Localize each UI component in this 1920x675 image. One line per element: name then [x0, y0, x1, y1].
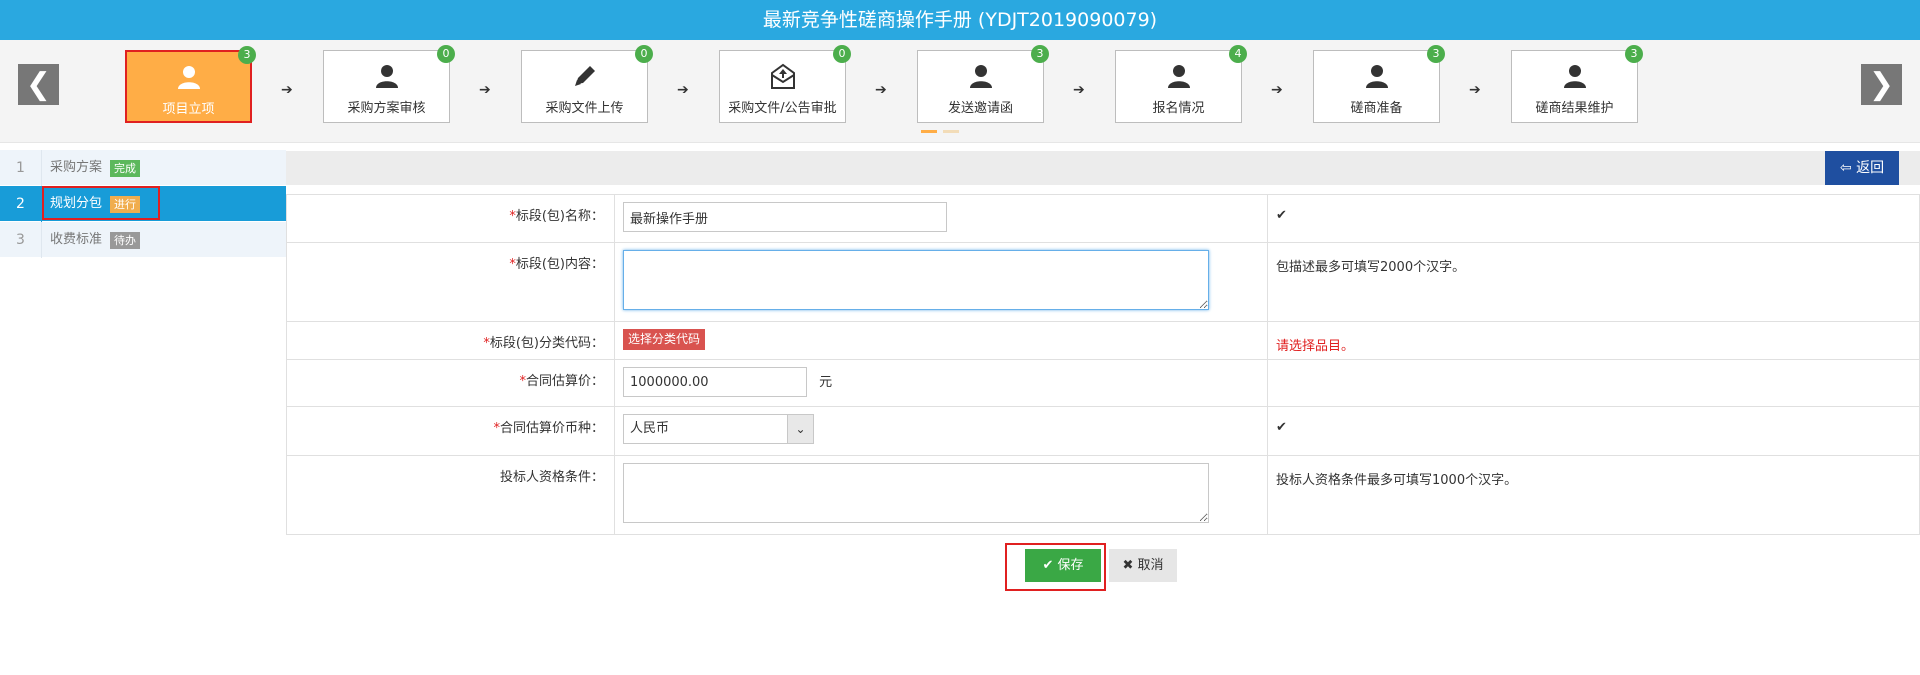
- status-badge: 进行: [110, 196, 140, 213]
- back-button[interactable]: ⇦ 返回: [1825, 151, 1899, 185]
- field-label: 投标人资格条件：: [286, 455, 615, 535]
- category-code-label: 标段(包)分类代码：: [489, 336, 604, 351]
- estimated-price-input[interactable]: [623, 367, 807, 397]
- cancel-button-label: 取消: [1137, 558, 1164, 573]
- pager-dot-active[interactable]: [921, 130, 937, 133]
- user-icon: [177, 66, 200, 89]
- user-icon: [969, 65, 992, 88]
- step-label: 报名情况: [1152, 101, 1205, 116]
- step-label: 项目立项: [162, 102, 215, 117]
- step-count-badge: 3: [238, 46, 256, 64]
- step-label: 采购方案审核: [347, 101, 426, 116]
- currency-select-value: 人民币: [630, 421, 670, 436]
- qualification-textarea[interactable]: [623, 463, 1209, 523]
- sidebar-item-package-planning[interactable]: 2 规划分包 进行: [0, 186, 286, 222]
- package-name-input[interactable]: [623, 202, 947, 232]
- package-content-textarea[interactable]: [623, 250, 1209, 310]
- step-file-approval[interactable]: 采购文件/公告审批 0: [719, 45, 851, 123]
- sidebar-item-number: 2: [0, 186, 42, 222]
- back-button-label: 返回: [1856, 160, 1885, 176]
- arrow-right-icon: ➔: [875, 82, 887, 98]
- step-count-badge: 0: [635, 45, 653, 63]
- save-button[interactable]: ✔ 保存: [1025, 549, 1101, 582]
- field-label: *标段(包)名称：: [286, 194, 615, 243]
- arrow-right-icon: ➔: [1271, 82, 1283, 98]
- circle-arrow-left-icon: ⇦: [1839, 160, 1852, 176]
- step-label: 采购文件上传: [545, 101, 624, 116]
- step-file-upload[interactable]: 采购文件上传 0: [521, 45, 653, 123]
- step-count-badge: 0: [437, 45, 455, 63]
- content-header: [286, 151, 1920, 185]
- sidebar: 1 采购方案 完成 2 规划分包 进行 3 收费标准 待办: [0, 150, 286, 258]
- arrow-right-icon: ➔: [1469, 82, 1481, 98]
- status-badge: 待办: [110, 232, 140, 249]
- pencil-icon: [574, 66, 595, 86]
- user-icon: [1167, 65, 1190, 88]
- step-registration[interactable]: 报名情况 4: [1115, 45, 1247, 123]
- status-badge: 完成: [110, 160, 140, 177]
- field-hint: ✔: [1267, 406, 1920, 456]
- sidebar-item-number: 1: [0, 150, 42, 186]
- save-button-label: 保存: [1057, 558, 1084, 573]
- check-icon: ✔: [1276, 420, 1287, 435]
- arrow-right-icon: ➔: [1073, 82, 1085, 98]
- package-form: *标段(包)名称： ✔ *标段(包)内容： 包描述最多可填写2000个汉字。 *…: [286, 194, 1920, 535]
- sidebar-item-label: 收费标准: [50, 232, 103, 247]
- field-label: *合同估算价币种：: [286, 406, 615, 456]
- currency-unit: 元: [819, 374, 833, 390]
- field-label: *标段(包)内容：: [286, 242, 615, 322]
- step-label: 发送邀请函: [947, 101, 1013, 116]
- step-send-invitation[interactable]: 发送邀请函 3: [917, 45, 1049, 123]
- currency-select[interactable]: 人民币 ⌄: [623, 414, 814, 444]
- step-negotiation-prep[interactable]: 磋商准备 3: [1313, 45, 1445, 123]
- step-count-badge: 3: [1031, 45, 1049, 63]
- step-label: 磋商结果维护: [1535, 101, 1614, 116]
- sidebar-item-number: 3: [0, 222, 42, 258]
- next-steps-button[interactable]: ❯: [1861, 64, 1902, 105]
- sidebar-item-fee-standard[interactable]: 3 收费标准 待办: [0, 222, 286, 258]
- arrow-right-icon: ➔: [479, 82, 491, 98]
- sidebar-item-purchase-plan[interactable]: 1 采购方案 完成: [0, 150, 286, 186]
- qualification-label: 投标人资格条件：: [499, 470, 604, 485]
- chevron-down-icon[interactable]: ⌄: [787, 415, 813, 443]
- check-icon: ✔: [1276, 208, 1287, 223]
- step-count-badge: 4: [1229, 45, 1247, 63]
- package-name-label: 标段(包)名称：: [515, 209, 604, 224]
- field-error: 请选择品目。: [1267, 321, 1920, 360]
- sidebar-item-label: 规划分包: [50, 196, 103, 211]
- field-label: *合同估算价：: [286, 359, 615, 407]
- step-wizard: ❮ 项目立项 3 ➔ 采购方案审核 0 ➔ 采购文件上传 0 ➔ 采购文件/公告…: [0, 40, 1920, 143]
- sidebar-item-label: 采购方案: [50, 160, 103, 175]
- prev-steps-button[interactable]: ❮: [18, 64, 59, 105]
- step-label: 采购文件/公告审批: [728, 101, 837, 116]
- package-content-label: 标段(包)内容：: [515, 257, 604, 272]
- user-icon: [1563, 65, 1586, 88]
- check-icon: ✔: [1042, 558, 1054, 573]
- field-hint: 包描述最多可填写2000个汉字。: [1267, 242, 1920, 322]
- cancel-button[interactable]: ✖ 取消: [1109, 549, 1177, 582]
- step-result-maintenance[interactable]: 磋商结果维护 3: [1511, 45, 1643, 123]
- close-icon: ✖: [1122, 558, 1134, 573]
- step-plan-review[interactable]: 采购方案审核 0: [323, 45, 455, 123]
- step-count-badge: 3: [1427, 45, 1445, 63]
- chevron-left-icon: ❮: [25, 67, 52, 102]
- pager-dot[interactable]: [943, 130, 959, 133]
- field-label: *标段(包)分类代码：: [286, 321, 615, 360]
- chevron-right-icon: ❯: [1868, 67, 1895, 102]
- field-hint: ✔: [1267, 194, 1920, 243]
- estimated-price-label: 合同估算价：: [525, 374, 604, 389]
- step-project-setup[interactable]: 项目立项 3: [125, 46, 256, 123]
- step-count-badge: 0: [833, 45, 851, 63]
- user-icon: [375, 65, 398, 88]
- user-icon: [1365, 65, 1388, 88]
- field-hint: 投标人资格条件最多可填写1000个汉字。: [1267, 455, 1920, 535]
- arrow-right-icon: ➔: [677, 82, 689, 98]
- arrow-right-icon: ➔: [281, 82, 293, 98]
- step-label: 磋商准备: [1350, 101, 1403, 116]
- select-category-code-button[interactable]: 选择分类代码: [623, 329, 706, 350]
- currency-label: 合同估算价币种：: [499, 421, 604, 436]
- step-count-badge: 3: [1625, 45, 1643, 63]
- envelope-upload-icon: [770, 63, 795, 89]
- page-title: 最新竞争性磋商操作手册 (YDJT2019090079): [0, 0, 1920, 40]
